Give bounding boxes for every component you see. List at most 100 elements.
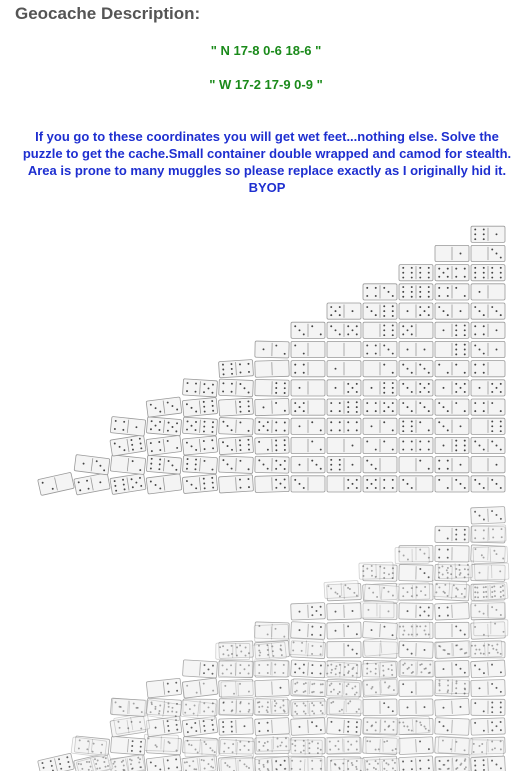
domino-tile	[470, 341, 506, 359]
domino-tile	[470, 717, 506, 736]
domino-tile	[110, 736, 146, 756]
domino-tile	[434, 302, 470, 320]
domino-tile	[290, 717, 326, 736]
domino-tile	[218, 378, 254, 398]
domino-tile	[292, 700, 328, 719]
domino-tile	[470, 456, 506, 474]
domino-tile	[215, 642, 251, 661]
domino-tile	[286, 756, 323, 771]
domino-tile	[470, 600, 506, 619]
domino-tile	[145, 754, 183, 771]
domino-tile	[437, 735, 474, 755]
domino-tile	[399, 658, 436, 678]
domino-tile	[218, 717, 254, 736]
domino-tile	[472, 581, 509, 602]
domino-tile	[109, 434, 147, 457]
domino-tile	[146, 416, 182, 437]
domino-tile	[434, 544, 470, 563]
domino-tile	[470, 698, 506, 716]
domino-tile	[37, 472, 75, 496]
domino-tile	[290, 341, 326, 359]
domino-tile	[470, 379, 506, 397]
domino-tile	[398, 456, 434, 474]
domino-tile	[362, 436, 398, 454]
domino-tile	[250, 641, 287, 662]
domino-tile	[362, 621, 398, 640]
domino-tile	[73, 472, 111, 496]
domino-tile	[326, 475, 362, 493]
domino-tile	[434, 525, 470, 544]
domino-tile	[254, 436, 290, 455]
domino-tile	[111, 698, 147, 717]
domino-tile	[398, 564, 434, 582]
domino-tile	[218, 397, 254, 417]
domino-tile	[253, 623, 290, 643]
domino-tile	[434, 360, 470, 378]
domino-tile	[184, 739, 220, 758]
domino-tile	[326, 717, 362, 736]
domino-tile	[180, 699, 217, 721]
domino-tile	[394, 546, 430, 565]
domino-tile	[470, 244, 506, 263]
domino-tile	[362, 360, 398, 378]
domino-tile	[325, 735, 361, 755]
domino-tile	[434, 475, 470, 493]
domino-tile	[363, 583, 400, 603]
domino-tile	[434, 244, 470, 263]
domino-tile	[254, 340, 290, 359]
domino-tile	[398, 755, 434, 771]
domino-tile	[109, 416, 147, 437]
domino-tile	[434, 341, 470, 359]
domino-tile	[182, 416, 218, 436]
domino-tile	[431, 579, 468, 599]
domino-tile	[145, 677, 183, 699]
domino-tile	[365, 736, 401, 754]
domino-tile	[254, 717, 290, 736]
domino-tile	[470, 659, 506, 679]
domino-tile	[290, 602, 326, 621]
domino-tile	[470, 264, 506, 282]
domino-tile	[394, 582, 431, 601]
domino-tile	[254, 455, 290, 474]
domino-tile	[326, 341, 362, 359]
domino-tile	[326, 398, 362, 416]
domino-tile	[470, 398, 506, 416]
domino-tile	[362, 283, 398, 301]
domino-tile	[323, 580, 360, 599]
domino-tile	[434, 602, 470, 621]
domino-tile	[434, 698, 470, 717]
domino-tile	[394, 716, 431, 736]
domino-tile	[398, 321, 434, 339]
domino-tile	[326, 302, 362, 320]
domino-tile	[182, 677, 219, 699]
domino-tile	[254, 474, 290, 493]
domino-tile	[470, 475, 506, 493]
domino-tile	[326, 360, 362, 378]
domino-tile	[326, 379, 362, 397]
domino-tile	[363, 636, 400, 657]
domino-tile	[253, 659, 289, 678]
domino-tile	[182, 378, 218, 398]
domino-tile	[434, 398, 470, 416]
domino-tile	[470, 506, 506, 525]
domino-tile	[398, 698, 434, 717]
domino-tile	[434, 264, 470, 282]
domino-tile	[363, 716, 399, 735]
domino-tile	[398, 475, 434, 493]
domino-tile	[145, 435, 183, 456]
domino-tile	[254, 359, 290, 378]
domino-tile	[290, 360, 326, 378]
domino-tile	[474, 562, 510, 581]
domino-tile	[326, 621, 362, 640]
domino-tile	[218, 417, 254, 436]
domino-tile	[434, 621, 470, 640]
description-signoff: BYOP	[248, 180, 286, 195]
domino-tile	[290, 321, 326, 339]
domino-tile	[362, 321, 398, 339]
domino-tile	[437, 561, 473, 580]
domino-tile	[218, 359, 254, 379]
domino-tile	[326, 436, 362, 454]
domino-tile	[290, 621, 326, 640]
domino-tile	[326, 321, 362, 339]
domino-tile	[362, 417, 398, 435]
